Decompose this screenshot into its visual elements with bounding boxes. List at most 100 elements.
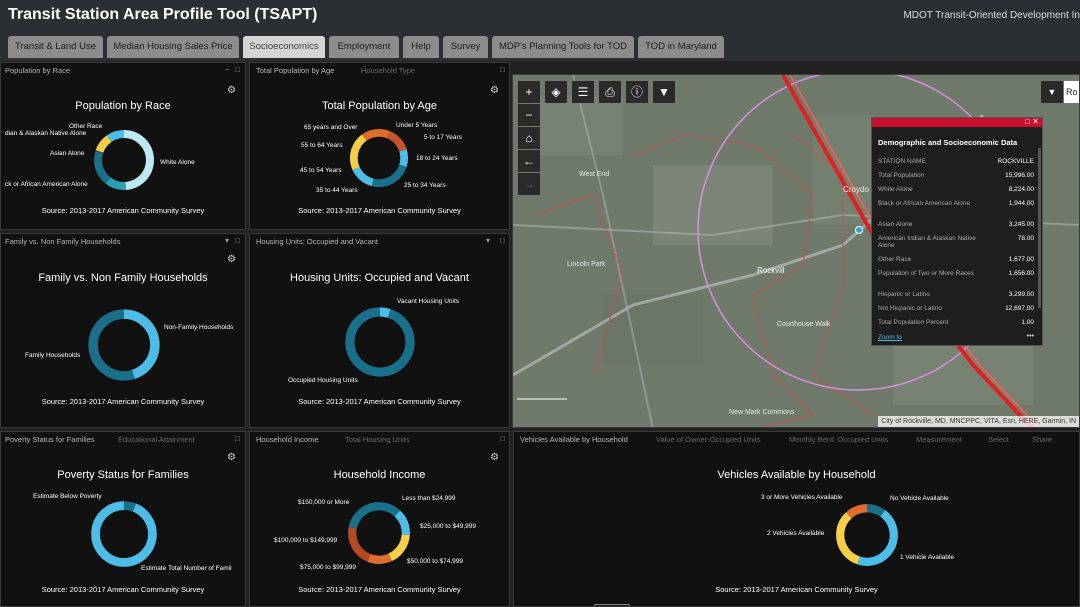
donut-chart (88, 309, 160, 381)
maximize-icon[interactable]: □ (235, 236, 240, 245)
maximize-icon[interactable]: □ (500, 434, 505, 443)
tab-employment[interactable]: Employment (329, 36, 399, 58)
popup-row: Other Race 1,677.00 (878, 256, 1034, 263)
source-note: Source: 2013-2017 American Community Sur… (41, 585, 205, 594)
popup-row-key: STATION NAME (878, 158, 926, 165)
chart-label: Less than $24,999 (402, 495, 456, 502)
panel-tab[interactable]: Monthly Rent: Occupied Units (789, 435, 888, 444)
back-arrow-icon[interactable]: ← (518, 150, 540, 172)
maximize-icon[interactable]: □ (500, 236, 505, 245)
panel-tab[interactable]: Family vs. Non Family Households (5, 237, 120, 246)
donut-chart (349, 128, 409, 188)
chart-label: 65 years and Over (304, 124, 358, 131)
map-place-label: Croydo (843, 185, 869, 194)
settings-gear-icon[interactable]: ⚙ (490, 452, 499, 463)
popup-row-key: Other Race (878, 256, 912, 263)
tab-help[interactable]: Help (403, 36, 439, 58)
map-view[interactable]: Rockvill West End Croydo Lincoln Park Co… (512, 74, 1080, 428)
maximize-icon[interactable]: □ (235, 434, 240, 443)
chart-title: Household Income (333, 469, 426, 481)
panel-tab[interactable]: Value of Owner-Occupied Units (656, 435, 761, 444)
search-input[interactable]: Ro (1064, 81, 1079, 103)
popup-row: Black or African American Alone 1,944.00 (878, 200, 1034, 207)
print-icon[interactable]: ⎙ (599, 81, 621, 103)
zoom-in-button[interactable]: + (518, 81, 540, 103)
zoom-to-link[interactable]: Zoom to (878, 334, 902, 341)
source-note: Source: 2013-2017 American Community Sur… (298, 397, 461, 406)
maximize-icon[interactable]: □ (235, 65, 240, 74)
info-icon[interactable]: ⓘ (626, 81, 648, 103)
maximize-icon[interactable]: □ (500, 65, 505, 74)
minimize-icon[interactable]: – (225, 65, 229, 74)
panel-tab[interactable]: Select (988, 435, 1009, 444)
panel-tab[interactable]: Total Population by Age (256, 66, 334, 75)
tab-socioeconomics[interactable]: Socioeconomics (243, 36, 325, 58)
settings-gear-icon[interactable]: ⚙ (490, 85, 499, 96)
popup-row: American Indian & Alaskan Native Alone 78… (878, 235, 1034, 249)
chart-label: $100,000 to $149,999 (274, 537, 338, 544)
popup-row-value: 8,224.00 (1008, 186, 1034, 193)
popup-demographic-data: □ ✕ Demographic and Socioeconomic Data S… (871, 117, 1043, 346)
panel-tab[interactable]: Household Income (256, 435, 319, 444)
zoom-out-button[interactable]: − (518, 104, 540, 126)
panel-tab[interactable]: Total Housing Units (345, 435, 410, 444)
panel-tab[interactable]: Educational Attainment (118, 435, 195, 444)
chart-label: 2 Vehicles Available (767, 530, 825, 537)
popup-close-icon[interactable]: ✕ (1032, 117, 1039, 126)
more-options-icon[interactable]: ••• (1027, 333, 1034, 340)
donut-chart (836, 504, 898, 566)
popup-row-key: American Indian & Alaskan Native Alone (878, 235, 976, 249)
home-icon[interactable]: ⌂ (518, 127, 540, 149)
popup-row-key: Population of Two or More Races (878, 270, 974, 277)
tab-tod-in-maryland[interactable]: TOD in Maryland (638, 36, 724, 58)
donut-slice-estimate-total-number-of-families[interactable] (91, 501, 157, 567)
popup-row-value: 78.00 (1017, 235, 1034, 242)
legend-list-icon[interactable]: ☰ (572, 81, 594, 103)
popup-row-value: 1.00 (1021, 319, 1034, 326)
tab-transit-land-use[interactable]: Transit & Land Use (8, 36, 103, 58)
popup-row-value: 15,996.00 (1005, 172, 1034, 179)
search-dropdown-icon[interactable]: ▼ (1041, 81, 1063, 103)
panel-population-by-age: Total Population by Age Household Type □… (249, 62, 510, 230)
chevron-down-icon[interactable]: ▾ (486, 236, 490, 245)
popup-row-key: White Alone (878, 186, 913, 193)
chart-label: ck or African American Alone (5, 181, 88, 188)
panel-tab[interactable]: Housing Units: Occupied and Vacant (256, 237, 378, 246)
filter-icon[interactable]: ▼ (653, 81, 675, 103)
popup-row-key: Black or African American Alone (878, 200, 971, 207)
tab-mdp-planning-tools[interactable]: MDP's Planning Tools for TOD (492, 36, 634, 58)
settings-gear-icon[interactable]: ⚙ (227, 452, 236, 463)
chart-label: Vacant Housing Units (397, 298, 460, 305)
panel-tab[interactable]: Measurement (916, 435, 962, 444)
panel-tab[interactable]: Share (1032, 435, 1052, 444)
popup-maximize-icon[interactable]: □ (1025, 117, 1030, 126)
settings-gear-icon[interactable]: ⚙ (227, 254, 236, 265)
donut-slice-occupied-housing-units[interactable] (345, 307, 415, 377)
popup-scrollbar[interactable] (1038, 148, 1041, 308)
panel-tab[interactable]: Household Type (361, 66, 415, 75)
chart-label: 1 Vehicle Available (900, 554, 955, 561)
tab-survey[interactable]: Survey (443, 36, 488, 58)
panel-tab[interactable]: Population by Race (5, 66, 70, 75)
popup-row: Total Population 15,996.00 (878, 172, 1034, 179)
map-place-label: Lincoln Park (567, 261, 606, 268)
popup-row-value: ROCKVILLE (997, 158, 1035, 165)
panel-tab[interactable]: Poverty Status for Families (5, 435, 95, 444)
panel-vehicles-available: Vehicles Available by Household Value of… (513, 431, 1080, 607)
tab-bar: Transit & Land Use Median Housing Sales … (0, 33, 1080, 61)
layers-icon[interactable]: ◈ (545, 81, 567, 103)
chart-title: Vehicles Available by Household (717, 469, 876, 481)
forward-arrow-icon[interactable]: → (518, 173, 540, 195)
tab-median-housing-sales-price[interactable]: Median Housing Sales Price (107, 36, 239, 58)
panel-population-by-race: Population by Race – □ ⚙ Population by R… (0, 62, 246, 230)
chevron-down-icon[interactable]: ▾ (225, 236, 229, 245)
panel-housing-units: Housing Units: Occupied and Vacant ▾ □ H… (249, 233, 510, 428)
chart-label: Family Households (25, 352, 81, 359)
popup-row: Not Hispanic or Latino 12,697.00 (878, 305, 1034, 312)
chart-title: Population by Race (75, 100, 171, 112)
popup-row-value: 3,299.00 (1008, 291, 1034, 298)
panel-tab[interactable]: Vehicles Available by Household (520, 435, 628, 444)
chart-label: 55 to 64 Years (301, 142, 343, 149)
settings-gear-icon[interactable]: ⚙ (227, 85, 236, 96)
chart-label: $50,000 to $74,999 (407, 558, 464, 565)
